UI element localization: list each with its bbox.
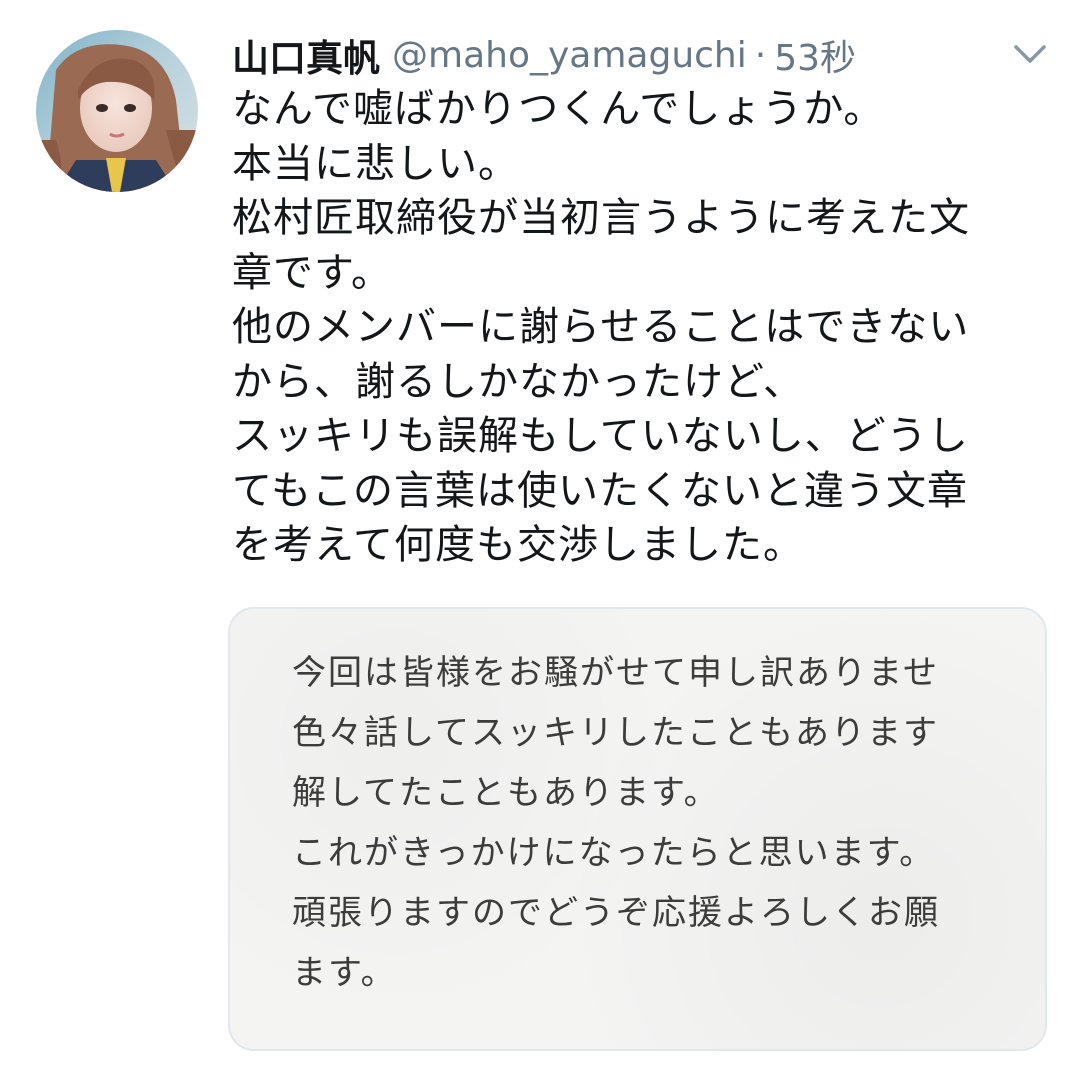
attached-image-line: これがきっかけになったらと思います。 (292, 833, 936, 873)
chevron-down-icon (1014, 45, 1046, 63)
tweet-text-line: 章です。 (232, 249, 392, 296)
timestamp[interactable]: 53秒 (774, 29, 856, 81)
avatar-photo-icon (36, 30, 198, 192)
tweet-text-line: スッキリも誤解もしていないし、どうし (232, 413, 969, 459)
tweet-text-line: てもこの言葉は使いたくないと違う文章 (232, 467, 968, 514)
tweet-text-line: から、謝るしかなかったけど、 (232, 358, 804, 405)
display-name[interactable]: 山口真帆 (232, 28, 380, 82)
user-handle[interactable]: @maho_yamaguchi (392, 35, 747, 76)
attached-image-text: 今回は皆様をお騒がせて申し訳ありませ 色々話してスッキリしたこともあります 解し… (292, 643, 940, 1003)
tweet-text: なんで嘘ばかりつくんでしょうか。 本当に悲しい。 松村匠取締役が当初言うように考… (232, 82, 1052, 573)
tweet-header: 山口真帆 @maho_yamaguchi · 53秒 (232, 28, 856, 82)
attached-image-card[interactable]: 今回は皆様をお騒がせて申し訳ありませ 色々話してスッキリしたこともあります 解し… (228, 607, 1047, 1051)
tweet-text-line: 他のメンバーに謝らせることはできない (232, 304, 970, 350)
user-avatar[interactable] (36, 30, 198, 192)
attached-image-line: 頑張りますのでどうぞ応援よろしくお願 (292, 893, 940, 933)
tweet: 山口真帆 @maho_yamaguchi · 53秒 なんで嘘ばかりつくんでしょ… (0, 0, 1080, 1080)
tweet-text-line: なんで嘘ばかりつくんでしょうか。 (232, 86, 885, 132)
tweet-text-line: 松村匠取締役が当初言うように考えた文 (232, 195, 970, 241)
attached-image-line: 色々話してスッキリしたこともあります (292, 713, 939, 753)
attached-image-line: 解してたこともあります。 (292, 773, 720, 813)
attached-image-line: ます。 (292, 953, 397, 993)
tweet-text-line: を考えて何度も交渉しました。 (232, 522, 804, 568)
attached-image-line: 今回は皆様をお騒がせて申し訳ありませ (292, 653, 939, 693)
tweet-text-line: 本当に悲しい。 (232, 140, 519, 187)
separator-dot: · (754, 34, 767, 76)
tweet-menu-button[interactable] (1010, 40, 1050, 68)
